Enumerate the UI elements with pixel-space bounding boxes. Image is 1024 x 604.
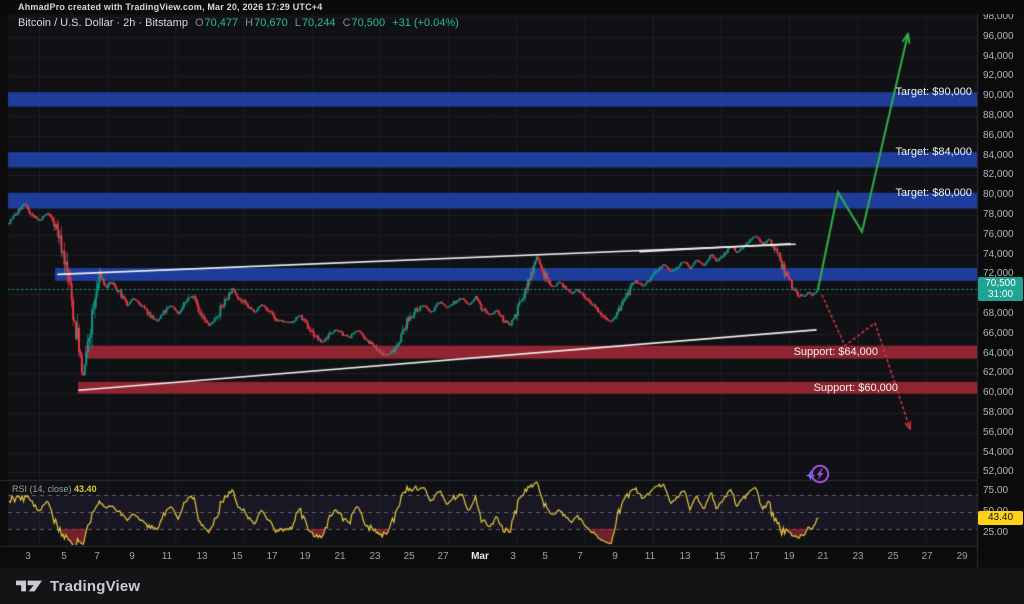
time-tick: 23 <box>362 551 388 562</box>
time-tick: 9 <box>602 551 628 562</box>
time-tick: 25 <box>880 551 906 562</box>
time-tick: 5 <box>51 551 77 562</box>
time-tick: 19 <box>292 551 318 562</box>
symbol-info-bar: Bitcoin / U.S. Dollar · 2h · Bitstamp O7… <box>18 15 459 30</box>
ohlc-open: O70,477 <box>195 17 238 29</box>
price-tick: 74,000 <box>983 249 1014 260</box>
time-tick: 5 <box>532 551 558 562</box>
price-tick: 68,000 <box>983 308 1014 319</box>
price-chart-canvas[interactable] <box>0 0 1024 604</box>
time-tick: 23 <box>845 551 871 562</box>
ohlc-low: L70,244 <box>295 17 336 29</box>
tradingview-logo[interactable]: TradingView <box>16 578 140 595</box>
time-tick: 13 <box>672 551 698 562</box>
target-label: Target: $84,000 <box>896 146 972 158</box>
time-tick: 11 <box>637 551 663 562</box>
price-tick: 78,000 <box>983 209 1014 220</box>
time-tick: 15 <box>224 551 250 562</box>
rsi-label-value: 43.40 <box>74 484 97 494</box>
time-tick: 17 <box>741 551 767 562</box>
price-tick: 92,000 <box>983 70 1014 81</box>
price-tick: 62,000 <box>983 367 1014 378</box>
time-tick: 21 <box>810 551 836 562</box>
price-change: +31 (+0.04%) <box>392 17 459 29</box>
time-tick: 11 <box>154 551 180 562</box>
price-tick: 58,000 <box>983 407 1014 418</box>
time-tick: 21 <box>327 551 353 562</box>
time-tick: 19 <box>776 551 802 562</box>
last-price-badge: 70,500 31:00 <box>978 277 1023 301</box>
bar-countdown: 31:00 <box>978 289 1023 300</box>
price-tick: 86,000 <box>983 130 1014 141</box>
bottom-toolbar: TradingView <box>0 568 1024 604</box>
time-tick: 27 <box>430 551 456 562</box>
time-tick: 7 <box>567 551 593 562</box>
support-label: Support: $60,000 <box>814 382 898 394</box>
lightning-icon <box>817 468 824 480</box>
symbol-title[interactable]: Bitcoin / U.S. Dollar · 2h · Bitstamp <box>18 17 188 29</box>
price-tick: 76,000 <box>983 229 1014 240</box>
price-tick: 90,000 <box>983 90 1014 101</box>
price-tick: 84,000 <box>983 150 1014 161</box>
time-tick: 15 <box>707 551 733 562</box>
time-tick: 29 <box>949 551 975 562</box>
time-tick: 7 <box>84 551 110 562</box>
rsi-indicator-label[interactable]: RSI (14, close) 43.40 <box>12 484 97 494</box>
last-price-value: 70,500 <box>978 278 1023 289</box>
time-tick: 9 <box>119 551 145 562</box>
price-tick: 54,000 <box>983 447 1014 458</box>
time-axis[interactable]: 3579111315171921232527Mar357911131517192… <box>0 547 977 567</box>
price-tick: 94,000 <box>983 51 1014 62</box>
time-tick: 25 <box>396 551 422 562</box>
price-tick: 82,000 <box>983 169 1014 180</box>
rsi-label-text: RSI (14, close) <box>12 484 72 494</box>
price-tick: 60,000 <box>983 387 1014 398</box>
price-tick: 52,000 <box>983 466 1014 477</box>
rsi-value-badge: 43.40 <box>978 511 1023 525</box>
tradingview-logo-text: TradingView <box>50 578 140 595</box>
time-tick: 27 <box>914 551 940 562</box>
watermark-text: AhmadPro created with TradingView.com, M… <box>0 0 1024 14</box>
price-tick: 88,000 <box>983 110 1014 121</box>
price-tick: 96,000 <box>983 31 1014 42</box>
target-label: Target: $90,000 <box>896 86 972 98</box>
ohlc-close: C70,500 <box>343 17 386 29</box>
price-tick: 56,000 <box>983 427 1014 438</box>
time-tick: 13 <box>189 551 215 562</box>
time-tick: 17 <box>259 551 285 562</box>
target-label: Target: $80,000 <box>896 187 972 199</box>
price-tick: 66,000 <box>983 328 1014 339</box>
ohlc-high: H70,670 <box>245 17 288 29</box>
price-tick: 80,000 <box>983 189 1014 200</box>
tradingview-chart-window: AhmadPro created with TradingView.com, M… <box>0 0 1024 604</box>
price-tick: 64,000 <box>983 348 1014 359</box>
time-tick: 3 <box>15 551 41 562</box>
time-tick: Mar <box>467 551 493 562</box>
support-label: Support: $64,000 <box>794 346 878 358</box>
time-tick: 3 <box>500 551 526 562</box>
tradingview-logo-icon <box>16 578 43 594</box>
lightning-boost-icon <box>798 458 840 490</box>
